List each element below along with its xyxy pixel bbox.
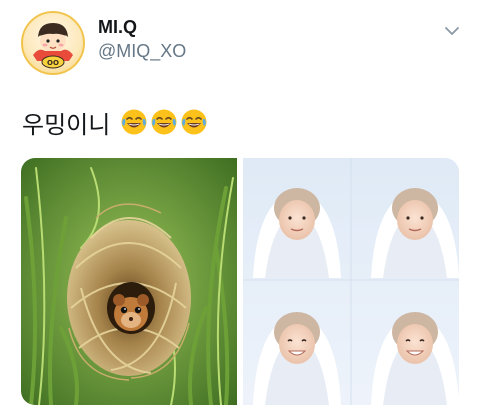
mouse-nest-photo[interactable]: [21, 158, 237, 405]
svg-text:OO: OO: [47, 59, 59, 67]
cartoon-avatar-icon: OO: [21, 11, 85, 75]
face-with-tears-of-joy-icon: [121, 109, 147, 135]
avatar[interactable]: OO: [21, 11, 85, 75]
faces-collage-photo[interactable]: [243, 158, 459, 405]
media-grid: [21, 158, 459, 405]
user-handle[interactable]: @MIQ_XO: [98, 41, 186, 62]
chevron-down-icon[interactable]: [443, 22, 461, 40]
tweet-text: 우밍이니: [22, 107, 208, 139]
tweet-body: 우밍이니: [22, 110, 111, 139]
tweet: OO MI.Q @MIQ_XO 우밍이니: [0, 0, 480, 417]
face-with-tears-of-joy-icon: [181, 109, 207, 135]
face-with-tears-of-joy-icon: [151, 109, 177, 135]
display-name[interactable]: MI.Q: [98, 17, 137, 38]
